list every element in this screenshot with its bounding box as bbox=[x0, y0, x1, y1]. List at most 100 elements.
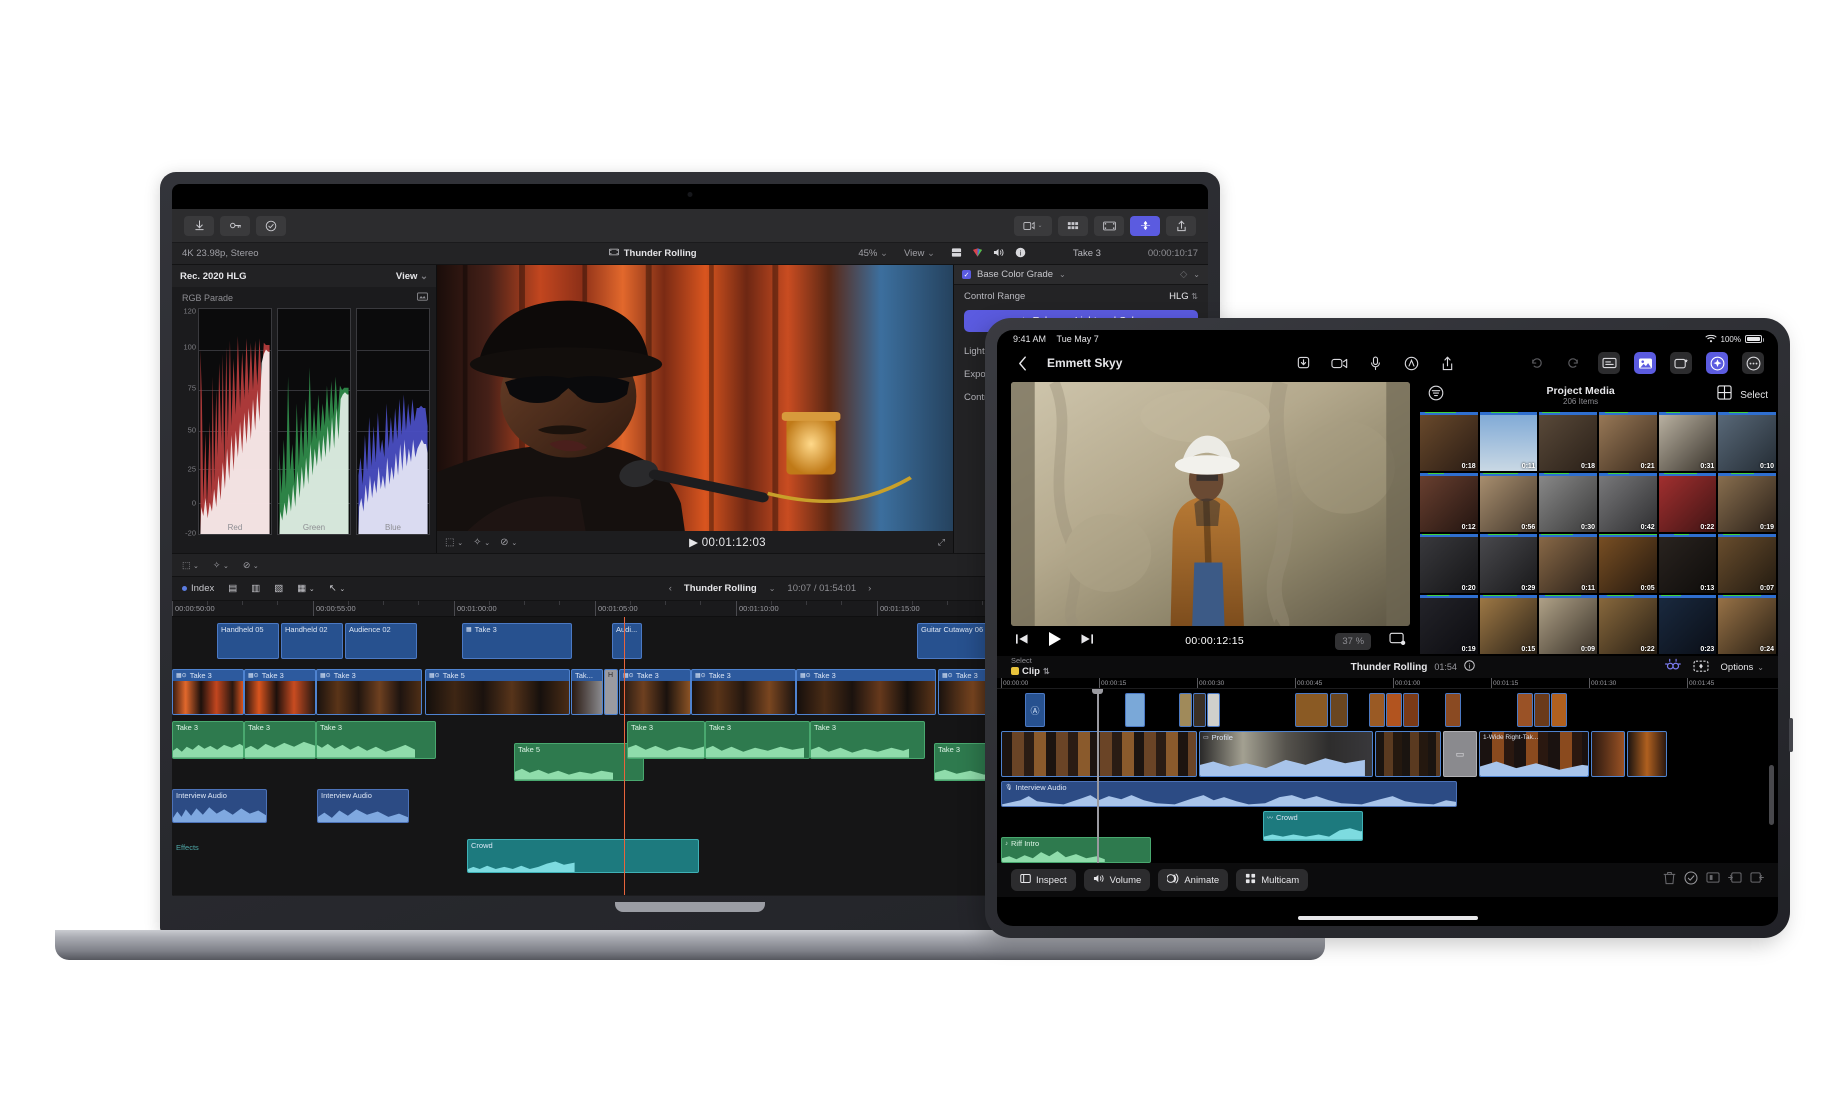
timeline-clip[interactable]: ▦⊙Take 3 bbox=[619, 669, 691, 715]
media-item[interactable]: 0:19 bbox=[1718, 473, 1776, 532]
ipad-timeline-clip[interactable]: Ⓐ bbox=[1025, 693, 1045, 727]
media-item[interactable]: 0:21 bbox=[1599, 412, 1657, 471]
magic-icon[interactable] bbox=[1706, 352, 1728, 374]
ipad-timeline-clip[interactable] bbox=[1330, 693, 1348, 727]
grid-view-icon[interactable] bbox=[1717, 385, 1732, 405]
multicam-button[interactable]: Multicam bbox=[1236, 869, 1308, 891]
media-item[interactable]: 0:13 bbox=[1659, 534, 1717, 593]
select-tool-icon[interactable]: ↖ ⌄ bbox=[329, 583, 345, 594]
viewer-options-icon[interactable] bbox=[1389, 632, 1406, 651]
retime-tool-icon[interactable]: ✧ ⌄ bbox=[213, 560, 229, 571]
timeline-clip[interactable]: ▦Take 3 bbox=[462, 623, 572, 659]
timeline-clip[interactable]: Tak... bbox=[571, 669, 603, 715]
media-item[interactable]: 0:23 bbox=[1659, 595, 1717, 654]
ipad-timeline-clip[interactable] bbox=[1295, 693, 1328, 727]
timeline-clip[interactable]: ▦⊙Take 3 bbox=[244, 669, 316, 715]
share-icon[interactable] bbox=[1166, 216, 1196, 236]
keyframe-icon[interactable] bbox=[1693, 659, 1709, 676]
browser-grid-icon[interactable] bbox=[1058, 216, 1088, 236]
animate-button[interactable]: Animate bbox=[1158, 869, 1228, 891]
insert-edit-icon[interactable]: ▥ bbox=[251, 583, 260, 594]
ipad-timeline-clip[interactable] bbox=[1375, 731, 1441, 777]
more-icon[interactable] bbox=[1742, 352, 1764, 374]
ipad-timeline-clip[interactable] bbox=[1627, 731, 1667, 777]
bypass-tool-icon[interactable]: ⊘ ⌄ bbox=[243, 560, 259, 571]
audio-inspector-icon[interactable] bbox=[993, 247, 1005, 261]
ipad-timeline-clip[interactable]: ♪Riff Intro bbox=[1001, 837, 1151, 863]
ipad-timeline-clip[interactable] bbox=[1369, 693, 1385, 727]
ipad-home-indicator[interactable] bbox=[1298, 916, 1478, 920]
ipad-timeline-clip[interactable]: 🎙Interview Audio bbox=[1001, 781, 1457, 807]
ipad-timeline-clip[interactable]: 1-Wide Right-Tak... bbox=[1479, 731, 1589, 777]
filmstrip-icon[interactable] bbox=[1094, 216, 1124, 236]
check-circle-icon[interactable] bbox=[256, 216, 286, 236]
timeline-index-button[interactable]: Index bbox=[182, 583, 214, 594]
ipad-timeline-clip[interactable] bbox=[1207, 693, 1220, 727]
play-icon[interactable] bbox=[1047, 631, 1062, 652]
enhance-tool-icon[interactable]: ✧ ⌄ bbox=[473, 537, 490, 548]
effects-bypass-icon[interactable]: ⊘ ⌄ bbox=[500, 537, 517, 548]
import-media-icon[interactable] bbox=[184, 216, 214, 236]
timeline-audio-clip[interactable]: Interview Audio bbox=[172, 789, 267, 823]
media-icon[interactable] bbox=[1634, 352, 1656, 374]
section-checkbox[interactable]: ✓ bbox=[962, 270, 971, 279]
media-item[interactable]: 0:11 bbox=[1480, 412, 1538, 471]
media-item[interactable]: 0:29 bbox=[1480, 534, 1538, 593]
section-expand-chevron-icon[interactable]: ⌄ bbox=[1193, 270, 1200, 279]
timeline-clip[interactable]: ▦⊙Take 3 bbox=[172, 669, 244, 715]
ipad-timeline-clip[interactable] bbox=[1386, 693, 1402, 727]
select-button[interactable]: Select bbox=[1740, 390, 1768, 401]
timeline-audio-clip[interactable]: Take 3 bbox=[627, 721, 705, 759]
back-chevron-icon[interactable] bbox=[1011, 352, 1033, 374]
ipad-timeline-clip[interactable]: ▭Profile bbox=[1199, 731, 1373, 777]
keyframe-editor-icon[interactable] bbox=[1130, 216, 1160, 236]
media-import-icon[interactable]: ⌄ bbox=[1014, 216, 1052, 236]
timeline-clip[interactable]: ▦⊙Take 3 bbox=[796, 669, 936, 715]
import-icon[interactable] bbox=[1292, 352, 1314, 374]
fullscreen-icon[interactable]: ⤢ bbox=[938, 537, 945, 548]
magic-icon[interactable] bbox=[1665, 658, 1681, 676]
media-item[interactable]: 0:18 bbox=[1539, 412, 1597, 471]
media-grid[interactable]: 0:18 0:11 0:18 0:21 0:31 0:10 0:12 0:56 … bbox=[1418, 412, 1778, 656]
ipad-timeline-ruler[interactable]: 00:00:00 00:00:15 00:00:30 00:00:45 00:0… bbox=[997, 678, 1778, 689]
media-item[interactable]: 0:12 bbox=[1420, 473, 1478, 532]
media-item[interactable]: 0:05 bbox=[1599, 534, 1657, 593]
media-item[interactable]: 0:24 bbox=[1718, 595, 1776, 654]
clip-mode-value[interactable]: Clip⇅ bbox=[1011, 666, 1161, 677]
media-item[interactable]: 0:18 bbox=[1420, 412, 1478, 471]
voiceover-icon[interactable] bbox=[1400, 352, 1422, 374]
titles-icon[interactable] bbox=[1598, 352, 1620, 374]
timeline-audio-clip[interactable]: Take 3 bbox=[172, 721, 244, 759]
control-range-value[interactable]: HLG ⇅ bbox=[1169, 291, 1198, 302]
ipad-timeline-clip[interactable] bbox=[1591, 731, 1625, 777]
media-item[interactable]: 0:56 bbox=[1480, 473, 1538, 532]
skip-back-icon[interactable] bbox=[1015, 632, 1029, 650]
timeline-clip[interactable]: ▦⊙Take 5 bbox=[425, 669, 570, 715]
timeline-audio-clip[interactable]: Interview Audio bbox=[317, 789, 409, 823]
timeline-audio-clip[interactable]: Take 3 bbox=[316, 721, 436, 759]
camera-icon[interactable] bbox=[1328, 352, 1350, 374]
keyframe-diamond-icon[interactable]: ◇ bbox=[1180, 269, 1187, 280]
timeline-audio-clip[interactable]: Take 3 bbox=[810, 721, 925, 759]
timeline-audio-clip[interactable]: Take 3 bbox=[244, 721, 316, 759]
ipad-timeline-canvas[interactable]: Ⓐ bbox=[997, 689, 1778, 863]
ipad-power-button[interactable] bbox=[1789, 718, 1793, 752]
zoom-level-dropdown[interactable]: 45% ⌄ bbox=[858, 248, 888, 259]
timeline-clip[interactable]: Audi... bbox=[612, 623, 642, 659]
inspect-button[interactable]: Inspect bbox=[1011, 869, 1076, 891]
scope-settings-icon[interactable] bbox=[417, 292, 428, 304]
timeline-clip[interactable]: ▦⊙Take 3 bbox=[316, 669, 422, 715]
timeline-vertical-scrollbar[interactable] bbox=[1769, 765, 1774, 825]
inspector-section-header[interactable]: ✓ Base Color Grade ⌄ ◇ ⌄ bbox=[954, 265, 1208, 285]
timeline-prev-button[interactable]: ‹ bbox=[669, 583, 672, 594]
media-item[interactable]: 0:07 bbox=[1718, 534, 1776, 593]
timeline-audio-clip[interactable]: Take 3 bbox=[705, 721, 810, 759]
ipad-timeline-clip[interactable] bbox=[1445, 693, 1461, 727]
media-item[interactable]: 0:42 bbox=[1599, 473, 1657, 532]
ipad-timeline-clip[interactable] bbox=[1125, 693, 1145, 727]
view-dropdown[interactable]: View ⌄ bbox=[904, 248, 935, 259]
ipad-timeline-placeholder[interactable]: ▭ bbox=[1443, 731, 1477, 777]
effects-icon[interactable] bbox=[1670, 352, 1692, 374]
timeline-transition[interactable]: H bbox=[604, 669, 618, 715]
selection-mode[interactable]: Select Clip⇅ bbox=[1011, 657, 1161, 676]
